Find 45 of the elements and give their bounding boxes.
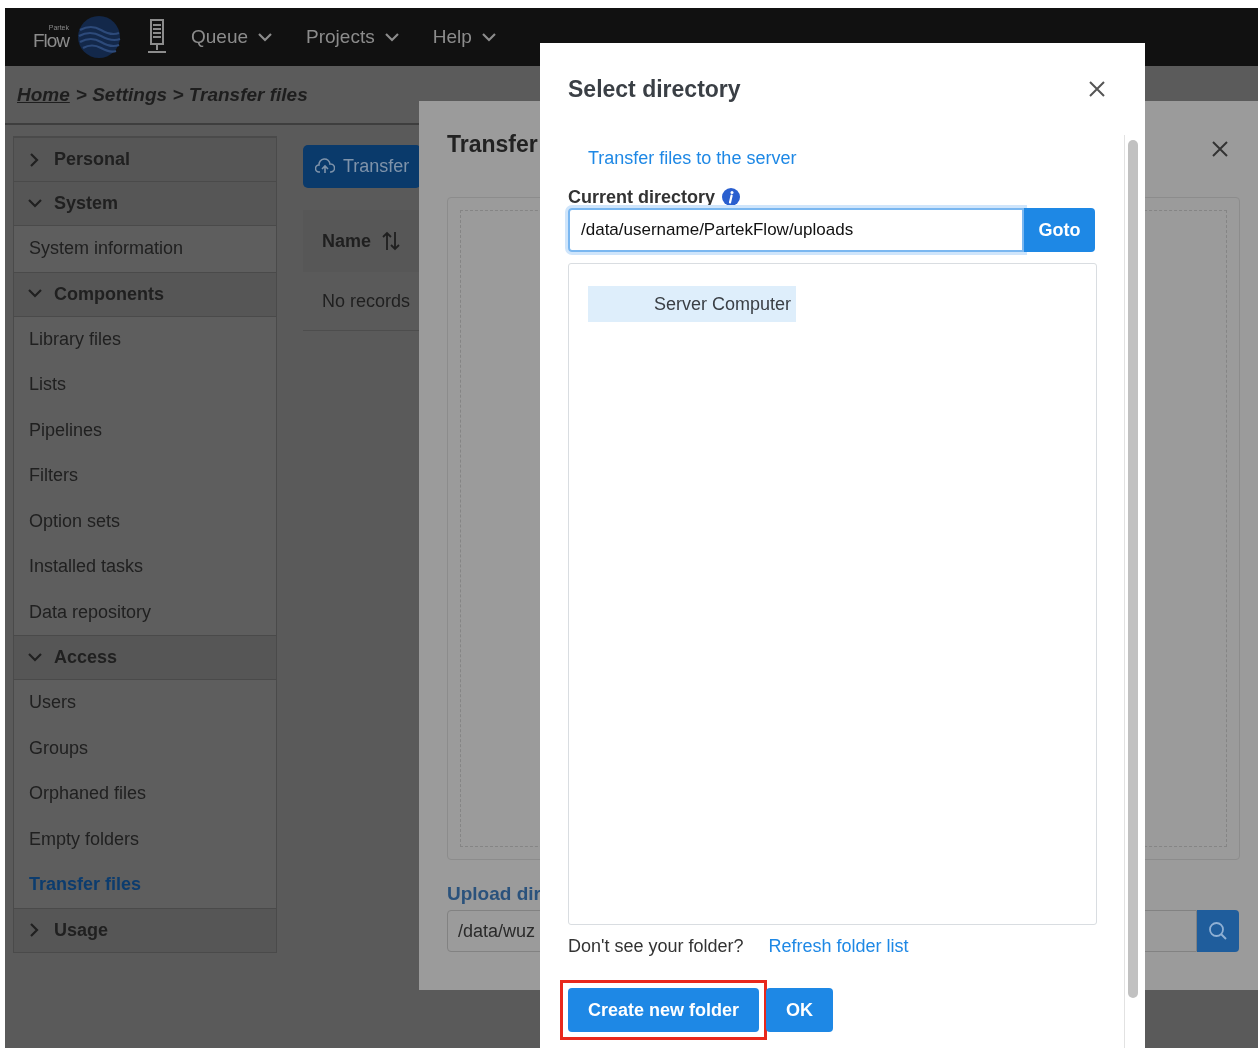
nav-menu[interactable]: Projects [306,26,401,48]
server-icon[interactable] [147,19,167,55]
dialog-title: Select directory [568,75,741,103]
sidebar-item[interactable]: Installed tasks [14,544,276,590]
transfer-link[interactable]: Transfer files to the server [588,148,797,169]
breadcrumb-trail: > Settings > Transfer files [75,83,308,106]
nav-menu-label: Help [432,26,472,48]
search-icon [1208,921,1228,941]
nav-menu-label: Queue [191,26,249,48]
nav-menu-label: Projects [306,26,375,48]
globe-logo-icon [77,15,121,59]
sidebar-item[interactable]: Lists [14,362,276,408]
nav-menu[interactable]: Queue [191,26,275,48]
sidebar-item[interactable]: Filters [14,453,276,499]
input-field[interactable]: /data/username/PartekFlow/uploads [568,208,1024,252]
sidebar-item[interactable]: Groups [14,725,276,771]
sidebar-item[interactable]: Option sets [14,498,276,544]
breadcrumb-link[interactable]: Home [17,83,70,106]
transfer-button[interactable]: Transfer [303,145,422,188]
sidebar-item[interactable]: Data repository [14,589,276,635]
sidebar-item[interactable]: Pipelines [14,407,276,453]
nav-menu[interactable]: Help [432,26,498,48]
field-label: Current directory [568,186,716,208]
info-icon[interactable] [722,188,741,206]
sidebar-item[interactable]: Users [14,680,276,726]
hint-text: Don't see your folder? [568,936,744,957]
dialog-title: Transfer [447,131,538,158]
sidebar-item[interactable]: Empty folders [14,816,276,862]
goto-button[interactable]: Goto [1024,208,1095,252]
cloud-upload-icon [315,157,335,176]
ok-button[interactable]: OK [766,988,834,1032]
sidebar-item[interactable]: System information [14,226,276,272]
close-icon[interactable] [1210,139,1230,159]
logo-text: Flow [32,31,69,50]
refresh-link[interactable]: Refresh folder list [768,936,909,957]
create-folder-button[interactable]: Create new folder [568,988,760,1032]
sidebar-item[interactable]: Transfer files [14,862,276,908]
close-icon[interactable] [1087,79,1107,99]
field-label: Upload dir [447,883,541,905]
folder-item[interactable]: Server Computer [588,286,797,322]
sidebar-item[interactable]: Library files [14,316,276,362]
column-header[interactable]: Name [322,230,372,252]
scrollbar-thumb[interactable] [1128,140,1138,998]
search-button[interactable] [1197,910,1239,952]
sidebar-item[interactable]: Orphaned files [14,771,276,817]
